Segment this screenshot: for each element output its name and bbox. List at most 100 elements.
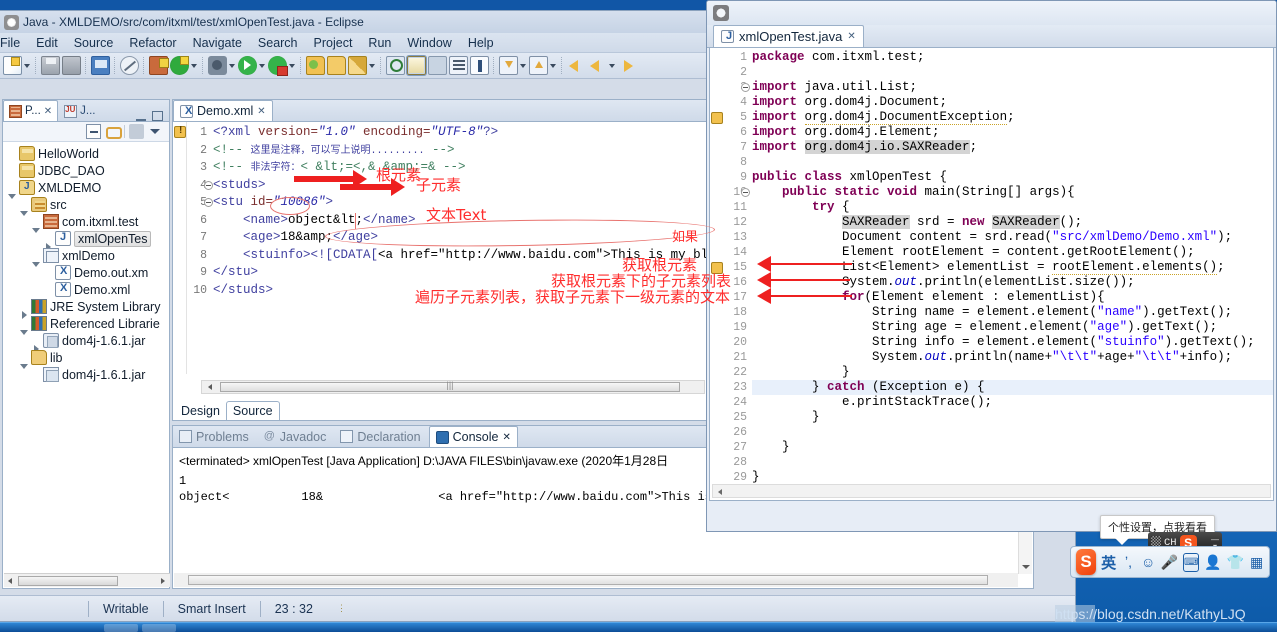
pencil-dropdown-icon[interactable]: [368, 56, 377, 75]
code-line[interactable]: <stuinfo><![CDATA[<a href="http://www.ba…: [213, 247, 711, 265]
java-code-area[interactable]: 1234567891011121314151617181920212223242…: [709, 48, 1274, 501]
code-line[interactable]: }: [752, 440, 1273, 455]
open-task-icon[interactable]: [327, 56, 346, 75]
code-line[interactable]: import org.dom4j.Element;: [752, 125, 1273, 140]
xml-code-area[interactable]: 12345678910 <?xml version="1.0" encoding…: [173, 122, 711, 374]
code-line[interactable]: [752, 455, 1273, 470]
fold-collapse-icon[interactable]: [741, 83, 750, 92]
run-external-tools-icon[interactable]: [268, 56, 287, 75]
code-line[interactable]: Document content = srd.read("src/xmlDemo…: [752, 230, 1273, 245]
code-line[interactable]: </studs>: [213, 282, 711, 300]
maximize-icon[interactable]: [152, 111, 163, 121]
close-icon[interactable]: ✕: [502, 432, 510, 443]
scroll-left-icon[interactable]: [715, 487, 725, 497]
punctuation-icon[interactable]: ʼ,: [1121, 553, 1136, 572]
run-external-dropdown-icon[interactable]: [288, 56, 297, 75]
code-line[interactable]: try {: [752, 200, 1273, 215]
code-line[interactable]: String age = element.element("age").getT…: [752, 320, 1273, 335]
save-all-icon[interactable]: [62, 56, 81, 75]
voice-icon[interactable]: 🎤: [1161, 553, 1178, 572]
menu-item-search[interactable]: Search: [250, 35, 306, 51]
menu-item-help[interactable]: Help: [460, 35, 502, 51]
brush-icon[interactable]: [407, 56, 426, 75]
tab-problems[interactable]: Problems: [173, 426, 255, 447]
sogou-logo-icon[interactable]: S: [1076, 549, 1096, 575]
code-line[interactable]: String info = element.element("stuinfo")…: [752, 335, 1273, 350]
code-line[interactable]: import org.dom4j.DocumentException;: [752, 110, 1273, 125]
java-source-text[interactable]: package com.itxml.test; import java.util…: [752, 50, 1273, 500]
code-line[interactable]: [752, 425, 1273, 440]
open-type-icon[interactable]: [306, 56, 325, 75]
search-icon[interactable]: [386, 56, 405, 75]
print-icon[interactable]: [91, 56, 110, 75]
scroll-right-icon[interactable]: [157, 576, 169, 586]
code-line[interactable]: System.out.println(elementList.size());: [752, 275, 1273, 290]
scroll-down-icon[interactable]: [1020, 561, 1032, 573]
view-filter-icon[interactable]: [129, 124, 144, 139]
save-icon[interactable]: [41, 56, 60, 75]
scroll-thumb[interactable]: [220, 382, 680, 392]
code-line[interactable]: package com.itxml.test;: [752, 50, 1273, 65]
code-line[interactable]: for(Element element : elementList){: [752, 290, 1273, 305]
menu-item-run[interactable]: Run: [360, 35, 399, 51]
close-icon[interactable]: ✕: [257, 106, 265, 117]
tab-package-explorer[interactable]: P... ✕: [3, 100, 58, 121]
emoji-icon[interactable]: ☺: [1141, 553, 1156, 572]
debug-dropdown-icon[interactable]: [228, 56, 237, 75]
code-line[interactable]: import org.dom4j.io.SAXReader;: [752, 140, 1273, 155]
xml-editor-hscrollbar[interactable]: [201, 380, 705, 394]
code-line[interactable]: String name = element.element("name").ge…: [752, 305, 1273, 320]
code-line[interactable]: }: [752, 410, 1273, 425]
toolbox-icon[interactable]: ▦: [1249, 553, 1264, 572]
tab-demo-xml[interactable]: Demo.xml ✕: [173, 100, 273, 121]
code-line[interactable]: [752, 65, 1273, 80]
tree-item-dom4j-1-6-1-jar[interactable]: dom4j-1.6.1.jar: [3, 366, 169, 383]
tree-item-xmlopentes[interactable]: xmlOpenTes: [3, 230, 169, 247]
outline-icon[interactable]: [449, 56, 468, 75]
new-java-package-icon[interactable]: [149, 56, 168, 75]
back-dropdown-icon[interactable]: [608, 56, 617, 75]
menu-item-window[interactable]: Window: [399, 35, 459, 51]
collapse-all-icon[interactable]: [86, 124, 101, 139]
taskbar-button[interactable]: [142, 624, 176, 632]
view-menu-icon[interactable]: [148, 124, 163, 139]
code-line[interactable]: System.out.println(name+"\t\t"+age+"\t\t…: [752, 350, 1273, 365]
code-line[interactable]: [752, 155, 1273, 170]
perspective-icon[interactable]: [428, 56, 447, 75]
console-hscrollbar[interactable]: [174, 573, 1018, 587]
keyboard-icon[interactable]: ⌨: [1183, 553, 1199, 572]
skip-breakpoints-icon[interactable]: [120, 56, 139, 75]
tree-item-com-itxml-test[interactable]: com.itxml.test: [3, 213, 169, 230]
taskbar-button[interactable]: [104, 624, 138, 632]
fold-collapse-icon[interactable]: [741, 188, 750, 197]
close-icon[interactable]: ✕: [847, 31, 855, 42]
tree-item-demo-out-xm[interactable]: Demo.out.xm: [3, 264, 169, 281]
code-line[interactable]: </stu>: [213, 264, 711, 282]
scroll-left-icon[interactable]: [204, 382, 216, 392]
tree-item-xmldemo[interactable]: xmlDemo: [3, 247, 169, 264]
marker-icon[interactable]: [470, 56, 489, 75]
code-line[interactable]: <?xml version="1.0" encoding="UTF-8"?>: [213, 124, 711, 142]
run-dropdown-icon[interactable]: [258, 56, 267, 75]
back-history-icon[interactable]: [588, 56, 607, 75]
scroll-thumb[interactable]: [188, 575, 988, 585]
code-line[interactable]: <studs>: [213, 177, 711, 195]
next-annotation-icon[interactable]: [499, 56, 518, 75]
skin-icon[interactable]: 👕: [1227, 553, 1244, 572]
code-line[interactable]: SAXReader srd = new SAXReader();: [752, 215, 1273, 230]
next-annotation-dropdown-icon[interactable]: [519, 56, 528, 75]
code-line[interactable]: public static void main(String[] args){: [752, 185, 1273, 200]
tree-item-lib[interactable]: lib: [3, 349, 169, 366]
menu-item-navigate[interactable]: Navigate: [185, 35, 250, 51]
code-line[interactable]: <!-- 这里是注释，可以写上说明......... -->: [213, 142, 711, 160]
code-line[interactable]: import org.dom4j.Document;: [752, 95, 1273, 110]
previous-annotation-icon[interactable]: [529, 56, 548, 75]
tree-item-demo-xml[interactable]: Demo.xml: [3, 281, 169, 298]
user-icon[interactable]: 👤: [1204, 553, 1221, 572]
previous-annotation-dropdown-icon[interactable]: [549, 56, 558, 75]
code-line[interactable]: }: [752, 365, 1273, 380]
new-java-class-dropdown-icon[interactable]: [190, 56, 199, 75]
minimize-icon[interactable]: [136, 112, 146, 121]
tab-xmlopentest-java[interactable]: xmlOpenTest.java ✕: [713, 25, 864, 47]
code-line[interactable]: } catch (Exception e) {: [752, 380, 1273, 395]
